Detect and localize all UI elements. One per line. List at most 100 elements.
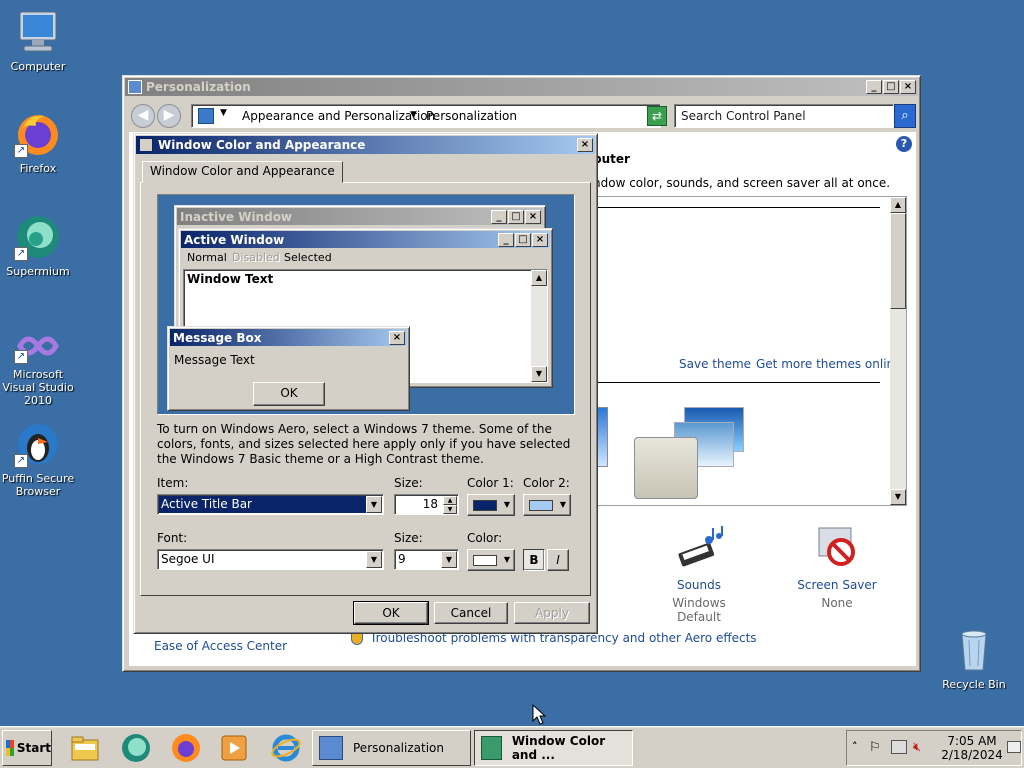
cancel-button[interactable]: Cancel	[434, 602, 508, 624]
themes-scrollbar[interactable]: ▲ ▼	[890, 197, 906, 505]
item-select[interactable]: Active Title Bar ▼	[157, 494, 384, 515]
preview-maximize-icon: □	[508, 209, 524, 224]
supermium-icon: ↗	[14, 213, 62, 261]
breadcrumb-appearance[interactable]: Appearance and Personalization	[242, 109, 435, 123]
bold-toggle[interactable]: B	[523, 549, 545, 571]
preview-scroll-down-icon: ▼	[531, 366, 547, 382]
size-down-icon[interactable]: ▼	[443, 505, 457, 514]
shortcut-arrow-icon: ↗	[14, 247, 28, 261]
ease-of-access-link[interactable]: Ease of Access Center	[154, 639, 287, 653]
minimize-button[interactable]: _	[866, 80, 882, 94]
size-up-icon[interactable]: ▲	[443, 496, 457, 505]
save-theme-link[interactable]: Save theme	[679, 357, 751, 371]
desktop-icon-label: Computer	[10, 60, 66, 73]
personalization-titlebar[interactable]: Personalization _ □ ×	[125, 78, 918, 96]
screen-saver-option[interactable]: Screen Saver None	[793, 524, 881, 610]
item-dropdown-icon[interactable]: ▼	[366, 496, 382, 513]
preview-message-box[interactable]: Message Box × Message Text OK	[167, 326, 410, 411]
supermium-taskbar-icon[interactable]	[120, 733, 152, 763]
font-size-select[interactable]: 9 ▼	[394, 549, 459, 570]
size-stepper[interactable]: 18 ▲ ▼	[394, 494, 459, 515]
preview-menu-disabled: Disabled	[232, 251, 280, 264]
screen-saver-icon	[813, 524, 861, 572]
preview-scrollbar: ▲ ▼	[531, 270, 547, 382]
themes-list: Save theme Get more themes online ▲ ▼	[593, 196, 907, 506]
preview-window-text: Window Text	[187, 272, 274, 286]
screen-saver-value: None	[821, 596, 853, 610]
shortcut-arrow-icon: ↗	[14, 144, 28, 158]
taskbar-window-color[interactable]: Window Color and ...	[474, 730, 633, 766]
search-icon[interactable]: ⌕	[894, 104, 916, 128]
color2-picker[interactable]: ▼	[523, 494, 571, 516]
color1-picker[interactable]: ▼	[467, 494, 515, 516]
font-select[interactable]: Segoe UI ▼	[157, 549, 384, 570]
internet-explorer-icon[interactable]	[270, 733, 302, 763]
breadcrumb-personalization[interactable]: Personalization	[426, 109, 517, 123]
tab-window-color[interactable]: Window Color and Appearance	[142, 161, 343, 183]
get-more-themes-link[interactable]: Get more themes online	[756, 357, 902, 371]
screen-saver-label[interactable]: Screen Saver	[793, 578, 881, 592]
desktop-icon-puffin[interactable]: ↗ Puffin Secure Browser	[0, 420, 78, 498]
maximize-button[interactable]: □	[883, 80, 899, 94]
desktop-icon-computer[interactable]: Computer	[0, 8, 78, 73]
scroll-thumb[interactable]	[890, 213, 906, 309]
desktop-icon-label: Supermium	[6, 265, 70, 278]
show-desktop-icon[interactable]	[1007, 741, 1021, 753]
taskbar-personalization[interactable]: Personalization	[312, 730, 471, 766]
desktop-icon-recycle-bin[interactable]: Recycle Bin	[934, 626, 1014, 691]
font-dropdown-icon[interactable]: ▼	[366, 551, 382, 568]
preview-inactive-title: Inactive Window	[180, 209, 293, 224]
network-icon[interactable]	[891, 740, 907, 754]
taskbar-personalization-label: Personalization	[353, 741, 444, 755]
file-explorer-icon[interactable]	[70, 734, 100, 762]
firefox-taskbar-icon[interactable]	[170, 733, 202, 763]
preview-inactive-titlebar: Inactive Window _ □ ×	[177, 208, 543, 225]
volume-muted-icon[interactable]: 🔇︎	[913, 740, 921, 755]
desktop-icon-firefox[interactable]: ↗ Firefox	[0, 110, 78, 175]
theme-thumbnail-selected[interactable]	[634, 437, 698, 499]
font-size-dropdown-icon[interactable]: ▼	[441, 551, 457, 568]
preview-active-titlebar: Active Window _ □ ×	[181, 231, 550, 248]
forward-button[interactable]: ▶	[157, 104, 181, 128]
dialog-window-icon	[139, 138, 153, 152]
preview-msgbox-titlebar: Message Box ×	[170, 329, 407, 346]
clock[interactable]: 7:05 AM 2/18/2024	[939, 734, 1005, 762]
visual-studio-icon: ↗	[14, 328, 62, 364]
help-icon[interactable]: ?	[896, 136, 912, 152]
italic-toggle[interactable]: I	[547, 549, 569, 571]
personalization-task-icon	[319, 736, 343, 760]
preview-msgbox-title: Message Box	[173, 330, 262, 345]
tab-panel: Inactive Window _ □ × Active Window _ □ …	[140, 182, 591, 596]
apply-button[interactable]: Apply	[514, 602, 590, 624]
back-button[interactable]: ◀	[131, 104, 155, 128]
preview-scroll-up-icon: ▲	[531, 270, 547, 286]
firefox-icon: ↗	[14, 110, 62, 158]
sounds-label[interactable]: Sounds	[659, 578, 739, 592]
media-player-icon[interactable]	[220, 733, 248, 763]
tray-expand-icon[interactable]: ˄	[852, 740, 858, 753]
close-button[interactable]: ×	[900, 80, 916, 94]
address-bar[interactable]: ▼ Appearance and Personalization ▼ Perso…	[191, 104, 661, 128]
ok-button[interactable]: OK	[353, 601, 429, 625]
scroll-up-icon[interactable]: ▲	[890, 197, 906, 213]
action-center-flag-icon[interactable]: ⚐	[869, 740, 881, 755]
dialog-titlebar[interactable]: Window Color and Appearance ×	[136, 136, 595, 154]
search-box[interactable]: Search Control Panel	[674, 104, 894, 128]
desktop-icon-visual-studio[interactable]: ↗ Microsoft Visual Studio 2010	[0, 328, 78, 407]
breadcrumb-dropdown-icon[interactable]: ▼	[220, 108, 227, 118]
start-button[interactable]: Start	[2, 730, 52, 766]
desktop-icon-supermium[interactable]: ↗ Supermium	[0, 213, 78, 278]
scroll-down-icon[interactable]: ▼	[890, 489, 906, 505]
desktop-icon-label: Recycle Bin	[942, 678, 1006, 691]
breadcrumb-separator-icon[interactable]: ▼	[410, 110, 417, 120]
dialog-close-button[interactable]: ×	[577, 138, 593, 152]
shortcut-arrow-icon: ↗	[14, 454, 28, 468]
desktop-icon-label: Firefox	[19, 162, 57, 175]
shortcut-arrow-icon: ↗	[14, 350, 28, 364]
refresh-icon[interactable]: ⇄	[647, 106, 667, 126]
color2-swatch	[529, 500, 553, 511]
preview-maximize-icon: □	[515, 232, 531, 247]
sounds-option[interactable]: Sounds Windows Default	[659, 524, 739, 624]
puffin-icon: ↗	[14, 420, 62, 468]
font-color-picker[interactable]: ▼	[467, 549, 515, 571]
